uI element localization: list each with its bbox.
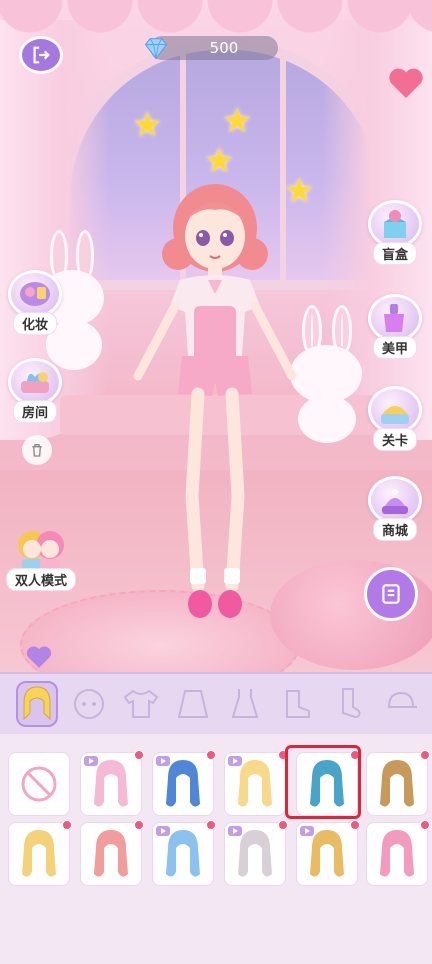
star-decoration: ★ (222, 101, 253, 141)
blind-box-label: 盲盒 (372, 242, 417, 265)
new-badge (420, 750, 430, 760)
new-badge (206, 820, 216, 830)
room-label: 房间 (12, 400, 57, 423)
shop-icon (368, 476, 422, 524)
blind-box-icon (368, 200, 422, 248)
exit-button[interactable] (19, 36, 63, 74)
video-ad-icon (300, 826, 314, 836)
new-badge (134, 820, 144, 830)
item-grid (0, 736, 432, 964)
levels-button[interactable]: 关卡 (368, 386, 422, 451)
new-badge (420, 820, 430, 830)
video-ad-icon (228, 756, 242, 766)
hair-icon (23, 686, 51, 721)
makeup-label: 化妆 (12, 312, 57, 335)
doll-character (133, 184, 297, 618)
video-ad-icon (228, 826, 242, 836)
reset-icon (382, 584, 400, 604)
new-badge (134, 750, 144, 760)
tab-face[interactable] (68, 681, 110, 727)
dress-icon (231, 689, 259, 718)
levels-label: 关卡 (372, 428, 417, 451)
hair-item[interactable] (224, 820, 288, 886)
heart-decoration (389, 68, 423, 98)
makeup-palette-icon (8, 270, 62, 318)
nails-label: 美甲 (372, 336, 417, 359)
hairstyle-icon (22, 830, 56, 877)
new-badge (206, 750, 216, 760)
tshirt-icon (123, 689, 159, 718)
hair-item[interactable] (80, 750, 144, 816)
room-icon (8, 358, 62, 406)
shop-label: 商城 (372, 518, 417, 541)
tab-top[interactable] (120, 681, 162, 727)
tab-dress[interactable] (224, 681, 266, 727)
hair-item[interactable] (366, 750, 430, 816)
heart-icon (26, 646, 52, 668)
category-bar (0, 672, 432, 734)
star-decoration: ★ (132, 105, 163, 145)
tab-hat[interactable] (380, 681, 422, 727)
video-ad-icon (156, 826, 170, 836)
new-badge (278, 820, 288, 830)
duo-mode-label: 双人模式 (6, 568, 77, 591)
hairstyle-icon (380, 760, 414, 807)
cap-icon (387, 691, 417, 708)
new-badge (62, 820, 72, 830)
video-ad-icon (84, 756, 98, 766)
selected-item-highlight (285, 745, 361, 819)
hair-item[interactable] (152, 750, 216, 816)
hair-item[interactable] (8, 820, 72, 886)
room-button[interactable]: 房间 (8, 358, 62, 423)
new-badge (350, 820, 360, 830)
item-none[interactable] (8, 752, 70, 816)
hair-item[interactable] (152, 820, 216, 886)
face-icon (74, 689, 104, 719)
boot-icon (286, 690, 310, 718)
duo-mode-button[interactable]: 双人模式 (6, 522, 77, 591)
star-decoration: ★ (204, 141, 235, 181)
hair-item[interactable] (366, 820, 430, 886)
shop-button[interactable]: 商城 (368, 476, 422, 541)
trash-icon (32, 444, 42, 457)
trash-button[interactable] (22, 435, 52, 465)
sock-icon (342, 688, 361, 719)
collapse-toggle[interactable] (22, 644, 56, 670)
tab-hair[interactable] (16, 681, 58, 727)
nails-button[interactable]: 美甲 (368, 294, 422, 359)
video-ad-icon (156, 756, 170, 766)
makeup-button[interactable]: 化妆 (8, 270, 62, 335)
skirt-icon (177, 690, 209, 718)
hairstyle-icon (94, 830, 128, 877)
hair-item[interactable] (296, 820, 360, 886)
tab-socks[interactable] (328, 681, 370, 727)
none-icon (21, 766, 57, 802)
levels-icon (368, 386, 422, 434)
reset-outfit-button[interactable] (364, 567, 418, 621)
currency-amount: 500 (209, 39, 239, 57)
hair-item[interactable] (224, 750, 288, 816)
diamond-icon (144, 38, 168, 60)
tab-skirt[interactable] (172, 681, 214, 727)
blind-box-button[interactable]: 盲盒 (368, 200, 422, 265)
hair-item[interactable] (80, 820, 144, 886)
hairstyle-icon (380, 830, 414, 877)
tab-shoes[interactable] (276, 681, 318, 727)
exit-icon (33, 46, 50, 64)
nail-polish-icon (368, 294, 422, 342)
